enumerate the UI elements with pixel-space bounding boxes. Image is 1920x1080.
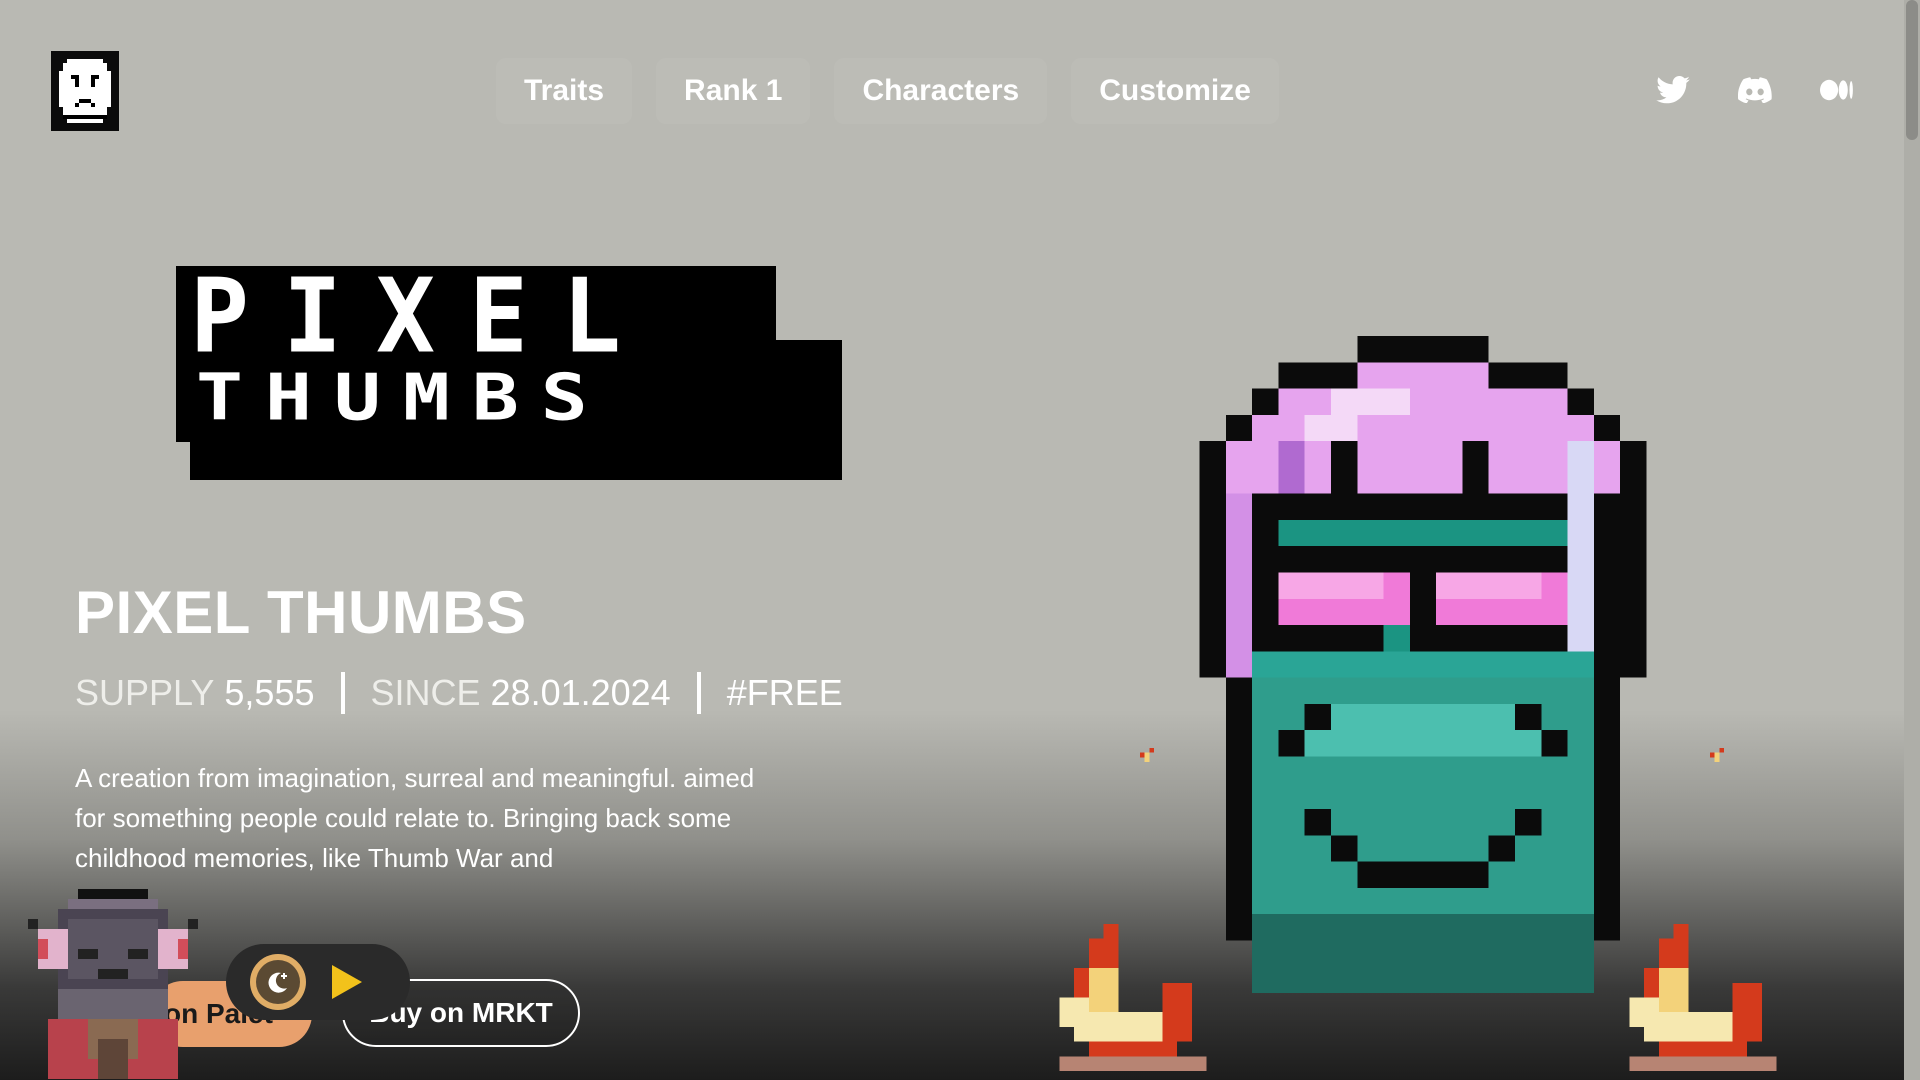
pixel-thumbs-logo: PIXEL THUMBS [176, 266, 842, 480]
site-logo[interactable] [51, 51, 119, 131]
logo-word-pixel: PIXEL [190, 257, 656, 377]
flame-right [1629, 924, 1777, 1071]
theme-toggle-button[interactable] [250, 954, 306, 1010]
nav-customize[interactable]: Customize [1071, 58, 1279, 124]
logo-word-thumbs: THUMBS [196, 361, 610, 435]
spark-left [1140, 748, 1154, 762]
stats-divider [696, 672, 701, 714]
flame-left [1059, 924, 1207, 1071]
nav-characters[interactable]: Characters [834, 58, 1048, 124]
collection-description: A creation from imagination, surreal and… [75, 763, 755, 873]
nav-rank-1[interactable]: Rank 1 [656, 58, 811, 124]
page-title: PIXEL THUMBS [75, 579, 527, 646]
collection-stats: SUPPLY 5,555 SINCE 28.01.2024 #FREE [75, 672, 843, 714]
since-value: 28.01.2024 [490, 672, 671, 713]
nav-traits[interactable]: Traits [496, 58, 633, 124]
mascot-headphones[interactable] [18, 888, 208, 1080]
main-nav: Traits Rank 1 Characters Customize [496, 58, 1279, 124]
scrollbar-thumb[interactable] [1906, 0, 1918, 140]
stats-divider [340, 672, 345, 714]
music-player [226, 944, 410, 1020]
scrollbar-track[interactable] [1904, 0, 1920, 1080]
free-tag: #FREE [726, 672, 843, 713]
thumb-character [1199, 336, 1647, 993]
since-label: SINCE [370, 672, 481, 713]
twitter-icon[interactable] [1654, 71, 1692, 109]
discord-icon[interactable] [1736, 71, 1774, 109]
social-links [1654, 71, 1856, 109]
medium-icon[interactable] [1818, 71, 1856, 109]
supply-value: 5,555 [224, 672, 315, 713]
spark-right [1710, 748, 1724, 762]
moon-icon [268, 972, 287, 993]
supply-label: SUPPLY [75, 672, 215, 713]
play-icon[interactable] [332, 965, 362, 999]
